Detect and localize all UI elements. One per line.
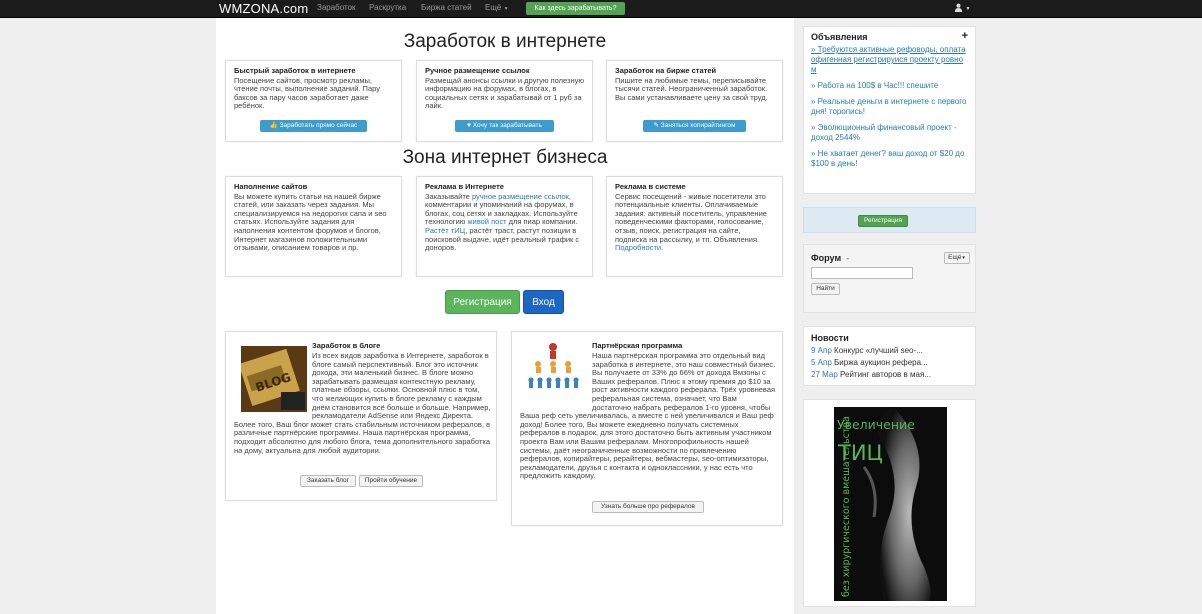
card-text: Размещай анонсы ссылки и другую полезную…	[425, 75, 584, 111]
ads-header: Объявления +	[811, 31, 968, 43]
card-title: Реклама в системе	[615, 182, 686, 191]
ad-item[interactable]: » Требуются активные рефоводы, оплата оф…	[811, 45, 968, 75]
forum-search-input[interactable]	[811, 267, 913, 279]
caret-down-icon: ▼	[965, 6, 971, 12]
sidebar-news-panel: Новости 9 Апр Конкурс «лучший seo-... 5 …	[803, 326, 976, 386]
card-title: Быстрый заработок в интернете	[234, 66, 356, 75]
news-item[interactable]: 27 Мар Рейтинг авторов в мая...	[811, 369, 968, 381]
nav-item-earnings[interactable]: Заработок	[317, 3, 356, 12]
login-button[interactable]: Вход	[523, 290, 564, 314]
forum-more-dropdown[interactable]: Ещё▼	[944, 252, 970, 264]
news-date: 5 Апр	[811, 358, 832, 367]
forum-more-label: Ещё	[948, 254, 962, 261]
ads-title: Объявления	[811, 32, 868, 42]
earn-now-button[interactable]: 👍 Заработать прямо сейчас	[260, 120, 367, 132]
partner-title: Партнёрская программа	[592, 341, 683, 350]
card-text: Заказывайте ручное размещение ссылок, ко…	[425, 192, 584, 253]
sidebar-register-panel: Регистрация	[803, 207, 976, 233]
forum-search-button[interactable]: Найти	[811, 283, 840, 295]
image-spacer	[520, 352, 592, 412]
take-training-button[interactable]: Пройти обучение	[359, 475, 423, 487]
heading-earn-online: Заработок в интернете	[403, 31, 607, 52]
heading-business-zone: Зона интернет бизнеса	[402, 147, 608, 168]
details-link[interactable]: Подробности.	[615, 243, 663, 252]
sidebar-ads-panel: Объявления + » Требуются активные рефово…	[803, 26, 976, 194]
news-text: Биржа аукцион рефера...	[834, 358, 928, 367]
card-internet-ads: Реклама в Интернете Заказывайте ручное р…	[416, 176, 593, 277]
news-item[interactable]: 9 Апр Конкурс «лучший seo-...	[811, 345, 968, 357]
news-date: 27 Мар	[811, 370, 838, 379]
ad-item[interactable]: » Эволюционный финансовый проект - доход…	[811, 123, 968, 143]
image-spacer	[234, 352, 312, 414]
nav-item-article-exchange[interactable]: Биржа статей	[421, 3, 472, 12]
card-system-ads: Реклама в системе Сервис посещений - жив…	[606, 176, 783, 277]
heart-icon: ♥	[467, 122, 471, 129]
card-title: Реклама в Интернете	[425, 182, 504, 191]
brand-logo[interactable]: WMZONA.com	[219, 1, 308, 16]
want-to-earn-label: Хочу так зарабатывать	[472, 122, 542, 129]
news-text: Конкурс «лучший seo-...	[834, 346, 923, 355]
card-title: Наполнение сайтов	[234, 182, 308, 191]
news-date: 9 Апр	[811, 346, 832, 355]
register-button[interactable]: Регистрация	[445, 290, 520, 314]
nav-item-more[interactable]: Ещё ▼	[485, 3, 509, 12]
order-blog-button[interactable]: Заказать блог	[300, 475, 356, 487]
card-title: Заработок на бирже статей	[615, 66, 717, 75]
sidebar-banner-panel: Увеличение ТИЦ без хирургического вмешат…	[803, 399, 976, 607]
ad-item[interactable]: » Реальные деньги в интернете с первого …	[811, 97, 968, 117]
card-title: Ручное размещение ссылок	[425, 66, 530, 75]
card-text: Посещение сайтов, просмотр рекламы, чтен…	[234, 75, 380, 111]
copywriting-label: Заняться копирайтингом	[660, 122, 736, 129]
how-to-earn-button[interactable]: Как здесь зарабатывать?	[526, 2, 625, 15]
banner-line-3: без хирургического вмешательства	[841, 416, 852, 597]
card-partner-program: Партнёрская программа Наша партнёрская п…	[511, 331, 783, 526]
caret-down-icon: ▼	[961, 255, 966, 260]
user-menu[interactable]: ▼	[954, 2, 971, 13]
text-part: Сервис посещений - живые посетители это …	[615, 191, 767, 244]
nav-item-promotion[interactable]: Раскрутка	[369, 3, 406, 12]
ad-item[interactable]: » Работа на 100$ в Час!!! спешите	[811, 81, 968, 91]
forum-title: Форум	[811, 253, 842, 263]
top-navbar: WMZONA.com Заработок Раскрутка Биржа ста…	[0, 0, 1202, 18]
card-site-filling: Наполнение сайтов Вы можете купить стать…	[225, 176, 402, 277]
forum-header: Форум -	[811, 253, 849, 263]
tic-banner-ad[interactable]: Увеличение ТИЦ без хирургического вмешат…	[834, 407, 947, 601]
partner-text: Наша партнёрская программа это отдельный…	[520, 351, 778, 481]
card-text: Пишите на любимые темы, переписывайте ты…	[615, 75, 768, 102]
news-item[interactable]: 5 Апр Биржа аукцион рефера...	[811, 357, 968, 369]
add-ad-plus-icon[interactable]: +	[962, 31, 968, 42]
user-icon	[954, 3, 963, 13]
forum-dash: -	[846, 254, 850, 263]
pencil-icon: ✎	[653, 122, 659, 129]
news-text: Рейтинг авторов в мая...	[840, 370, 931, 379]
sidebar-register-button[interactable]: Регистрация	[858, 215, 908, 227]
want-to-earn-button[interactable]: ♥ Хочу так зарабатывать	[455, 120, 554, 132]
blog-title: Заработок в блоге	[312, 341, 381, 350]
copywriting-button[interactable]: ✎ Заняться копирайтингом	[643, 120, 746, 132]
earn-now-label: Заработать прямо сейчас	[279, 122, 358, 129]
learn-more-referrals-button[interactable]: Узнать больше про рефералов	[592, 501, 704, 513]
card-blog: BLOG Заработок в блоге Из всех видов зар…	[225, 331, 497, 501]
card-text: Сервис посещений - живые посетители это …	[615, 191, 774, 253]
nav-more-label: Ещё	[485, 3, 502, 12]
caret-down-icon: ▼	[503, 6, 509, 12]
card-text: Вы можете купить статьи на нашей бирже с…	[234, 191, 387, 253]
thumbs-up-icon: 👍	[269, 122, 278, 129]
blog-text: Из всех видов заработка в Интернете, зар…	[234, 351, 492, 455]
sidebar-forum-panel: Форум - Ещё▼ Найти	[803, 244, 976, 313]
ad-item[interactable]: » Не хватает денег? ваш доход от $20 до …	[811, 149, 968, 169]
news-title: Новости	[811, 333, 849, 343]
